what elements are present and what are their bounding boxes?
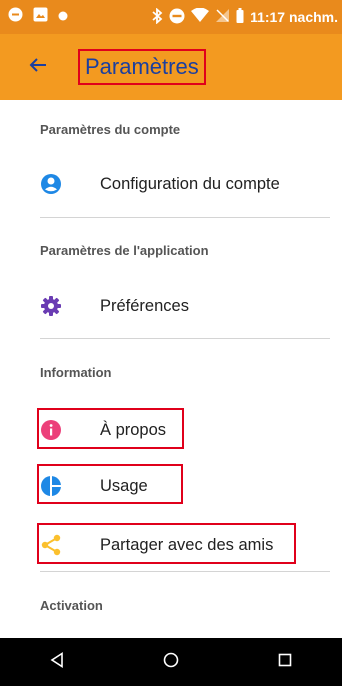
battery-icon [236,8,244,26]
highlight-box [37,408,184,449]
nav-recents-button[interactable] [265,642,305,682]
settings-item-label: Préférences [100,296,189,315]
app-bar: Paramètres [0,34,342,100]
highlight-box [37,464,183,504]
arrow-back-icon [29,57,47,78]
nav-home-button[interactable] [151,642,191,682]
settings-item-label: Configuration du compte [100,174,280,193]
bluetooth-icon [151,7,163,27]
settings-list: Paramètres du compte Configuration du co… [0,100,342,638]
recents-square-icon [278,653,292,672]
page-title: Paramètres [78,49,206,85]
section-header-account: Paramètres du compte [40,122,181,137]
status-time: 11:17 nachm. [250,9,338,25]
section-header-activation: Activation [40,598,103,613]
nav-back-button[interactable] [37,642,77,682]
section-header-information: Information [40,365,112,380]
dot-icon [58,8,68,26]
home-circle-icon [163,652,179,673]
do-not-disturb-icon [169,8,185,27]
section-header-application: Paramètres de l'application [40,243,209,258]
back-triangle-icon [50,651,64,673]
settings-item-account-configuration[interactable]: Configuration du compte [0,159,342,209]
back-button[interactable] [20,49,56,85]
system-nav-bar [0,638,342,686]
no-signal-icon [215,8,230,26]
status-bar: 11:17 nachm. [0,0,342,34]
gear-icon [40,295,62,317]
image-icon [33,7,48,27]
settings-item-preferences[interactable]: Préférences [0,281,342,331]
wifi-icon [191,7,210,26]
record-icon [8,7,23,27]
divider [40,338,330,339]
divider [40,217,330,218]
account-circle-icon [40,173,62,195]
highlight-box [37,523,296,564]
divider [40,571,330,572]
